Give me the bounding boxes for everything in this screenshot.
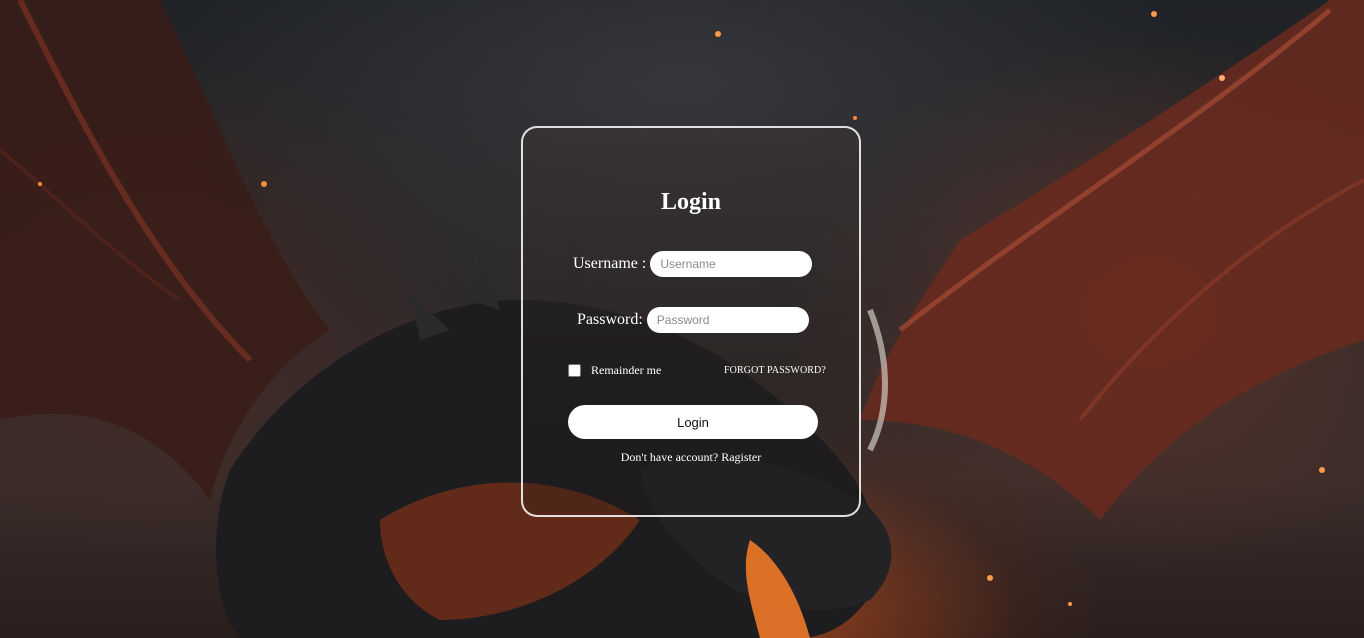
password-label: Password: [577,311,643,328]
password-row: Password: [577,307,809,333]
forgot-password-link[interactable]: FORGOT PASSWORD? [724,365,826,376]
register-link[interactable]: Ragister [721,450,761,464]
remember-me-label: Remainder me [591,363,662,377]
login-button[interactable]: Login [568,405,818,439]
username-label: Username : [573,255,647,272]
register-prompt-text: Don't have account? [620,450,719,464]
login-card: Login Username : Password: Remainder me … [521,126,861,517]
remember-me-checkbox[interactable] [568,364,581,377]
password-input[interactable] [646,307,809,333]
username-row: Username : [573,251,813,277]
username-input[interactable] [650,251,813,277]
login-title: Login [660,189,722,215]
remember-me: Remainder me [568,363,661,378]
register-prompt: Don't have account? Ragister [523,450,859,465]
